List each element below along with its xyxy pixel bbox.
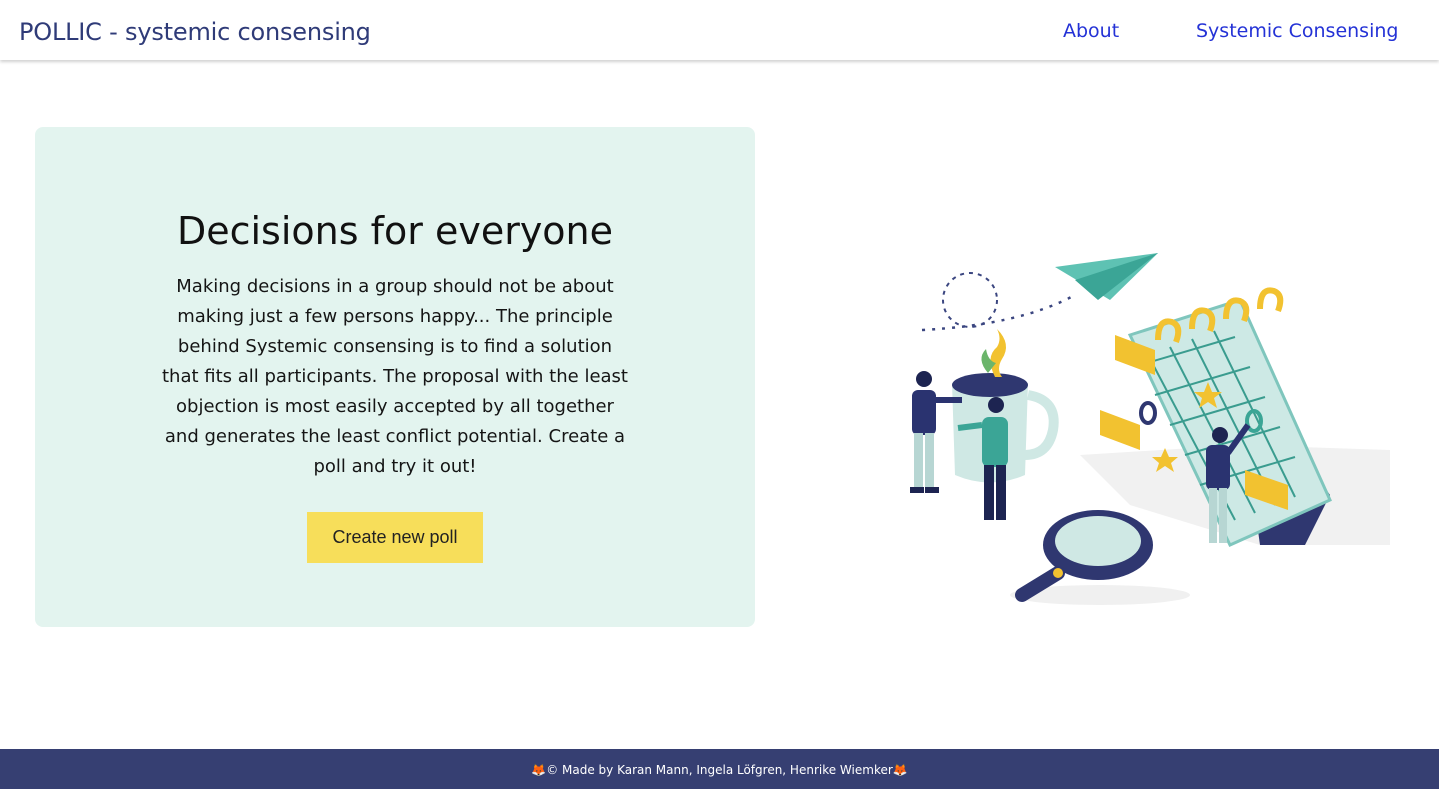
hero-description: Making decisions in a group should not b… [161,276,628,477]
hero-card: Decisions for everyone Making decisions … [35,127,755,627]
footer: 🦊© Made by Karan Mann, Ingela Löfgren, H… [0,749,1439,789]
people-calendar-illustration [900,245,1400,615]
top-navbar: POLLIC - systemic consensing About Syste… [0,0,1439,60]
brand-title[interactable]: POLLIC - systemic consensing [19,18,371,46]
nav-link-about[interactable]: About [1063,20,1119,42]
create-new-poll-button[interactable]: Create new poll [307,512,483,563]
nav-link-systemic-consensing[interactable]: Systemic Consensing [1196,20,1398,42]
hero-title: Decisions for everyone [176,209,614,253]
footer-credits: 🦊© Made by Karan Mann, Ingela Löfgren, H… [531,763,908,777]
